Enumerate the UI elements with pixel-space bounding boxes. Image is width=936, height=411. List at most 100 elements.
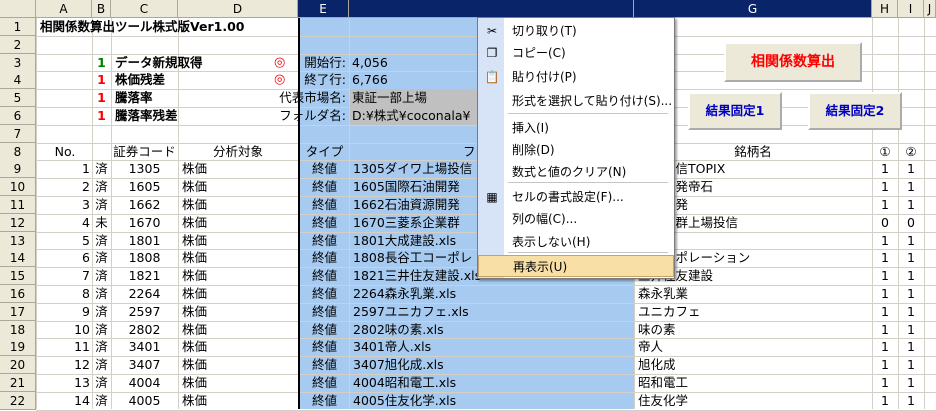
row-file: 2264森永乳業.xls [353,286,457,301]
row-header[interactable]: 3 [0,54,36,72]
menu-item-6[interactable]: 数式と値のクリア(N) [478,161,674,183]
row-type: 終値 [311,197,337,212]
paste-icon: 📋 [484,70,500,84]
column-header-i[interactable]: I [898,0,924,18]
row-header[interactable]: 6 [0,107,36,125]
option-label: 騰落率 [115,90,153,105]
row-status: 済 [95,304,108,319]
row-no: 12 [74,357,90,372]
column-header-e[interactable]: E [298,0,349,18]
column-header-g[interactable]: G [634,0,872,18]
row-file: 3401帝人.xls [353,339,432,354]
row-header[interactable]: 8 [0,143,36,161]
context-menu: ✂ 切り取り(T) ❐ コピー(C) 📋 貼り付け(P) 形式を選択して貼り付け(S)...… [477,17,675,279]
menu-item-4[interactable]: 挿入(I) [478,117,674,139]
column-header-hidden[interactable] [349,0,634,18]
row-header[interactable]: 9 [0,160,36,178]
row-header[interactable]: 7 [0,125,36,143]
column-header-c[interactable]: C [111,0,178,18]
menu-item-5[interactable]: 削除(D) [478,139,674,161]
row-file: 2597ユニカフェ.xls [353,304,469,319]
row-code: 2802 [128,322,161,337]
header-c2: ② [905,144,917,159]
row-c1: 1 [881,375,889,390]
row-no: 7 [82,268,90,283]
menu-item-label: 表示しない(H) [512,235,591,249]
row-header[interactable]: 11 [0,196,36,214]
menu-item-label: 挿入(I) [512,121,549,135]
select-all-corner[interactable] [0,0,36,18]
option-flag: 1 [97,90,106,105]
row-type: 終値 [311,393,337,408]
header-type: タイプ [305,144,344,159]
row-header[interactable]: 12 [0,214,36,232]
row-c2: 1 [907,322,915,337]
menu-item-9[interactable]: 表示しない(H) [478,231,674,253]
option-info-value: 6,766 [352,72,388,87]
menu-item-7[interactable]: ▦ セルの書式設定(F)... [478,186,674,208]
fix-result-1-button[interactable]: 結果固定1 [688,92,782,130]
menu-item-label: 列の幅(C)... [512,212,578,226]
row-header[interactable]: 4 [0,71,36,89]
column-header-h[interactable]: H [872,0,898,18]
row-name: 住友化学 [638,393,689,408]
row-status: 未 [95,215,108,230]
row-c2: 0 [907,215,915,230]
row-header[interactable]: 17 [0,303,36,321]
menu-item-8[interactable]: 列の幅(C)... [478,208,674,230]
menu-item-2[interactable]: 📋 貼り付け(P) [478,66,674,88]
row-header[interactable]: 10 [0,178,36,196]
row-header[interactable]: 19 [0,338,36,356]
option-flag: 1 [97,55,106,70]
row-no: 5 [82,233,90,248]
menu-item-3[interactable]: 形式を選択して貼り付け(S)... [478,90,674,112]
option-info-value: 東証一部上場 [350,89,485,107]
row-header[interactable]: 15 [0,267,36,285]
row-code: 1670 [128,215,161,230]
row-c1: 1 [881,286,889,301]
row-type: 終値 [311,233,337,248]
menu-item-label: 切り取り(T) [512,24,577,38]
row-status: 済 [95,161,108,176]
menu-item-0[interactable]: ✂ 切り取り(T) [478,20,674,42]
row-target: 株価 [182,375,208,390]
row-header[interactable]: 1 [0,18,36,36]
row-type: 終値 [311,322,337,337]
row-code: 2597 [128,304,161,319]
row-header[interactable]: 5 [0,89,36,107]
option-info-label: 代表市場名: [279,90,346,105]
column-header-j[interactable]: J [924,0,936,18]
row-header[interactable]: 16 [0,285,36,303]
row-header[interactable]: 2 [0,36,36,54]
row-header[interactable]: 20 [0,356,36,374]
row-c2: 1 [907,375,915,390]
row-c2: 1 [907,161,915,176]
column-header-b[interactable]: B [92,0,111,18]
row-target: 株価 [182,179,208,194]
row-header[interactable]: 18 [0,321,36,339]
row-c1: 1 [881,322,889,337]
menu-item-label: コピー(C) [512,46,566,60]
row-header[interactable]: 22 [0,392,36,410]
column-header-a[interactable]: A [36,0,92,18]
column-header-d[interactable]: D [178,0,298,18]
row-header[interactable]: 13 [0,232,36,250]
fix-result-2-button[interactable]: 結果固定2 [808,92,902,130]
row-name: 旭化成 [638,357,676,372]
calc-correlation-button[interactable]: 相関係数算出 [724,42,862,82]
row-c2: 1 [907,250,915,265]
row-code: 2264 [128,286,161,301]
row-c1: 1 [881,339,889,354]
option-info-value: D:¥株式¥coconala¥ [350,107,485,125]
row-type: 終値 [311,215,337,230]
row-c2: 1 [907,393,915,408]
row-code: 3407 [128,357,161,372]
row-target: 株価 [182,339,208,354]
menu-item-1[interactable]: ❐ コピー(C) [478,42,674,64]
option-label: データ新規取得 [115,55,203,70]
row-type: 終値 [311,286,337,301]
menu-item-10[interactable]: 再表示(U) [478,255,674,277]
row-code: 4005 [128,393,161,408]
row-header[interactable]: 21 [0,374,36,392]
row-header[interactable]: 14 [0,249,36,267]
